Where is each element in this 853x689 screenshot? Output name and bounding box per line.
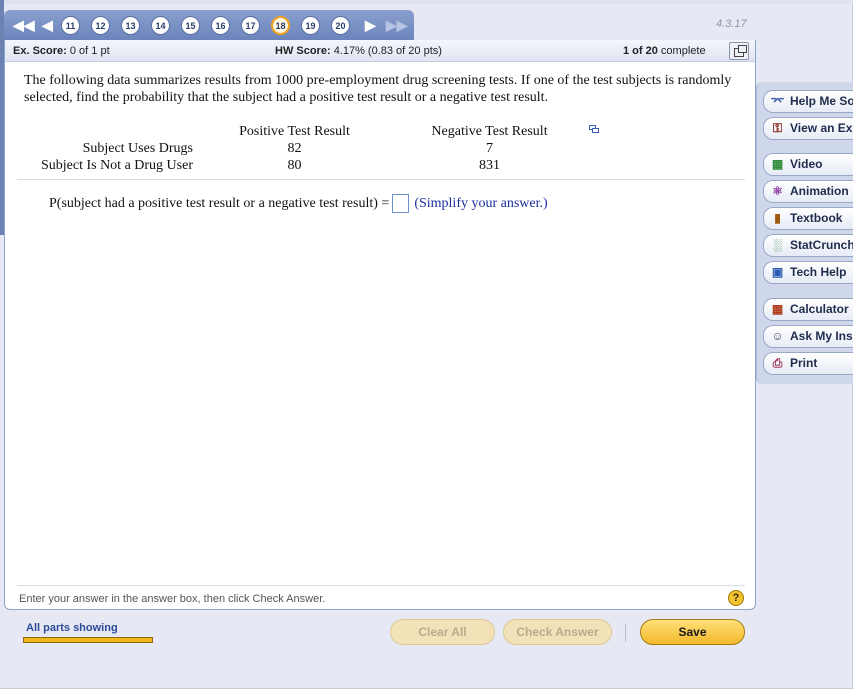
question-11-button[interactable]: 11 [61, 16, 80, 35]
sidebar-item-label: Tech Help [790, 265, 847, 279]
print-button[interactable]: ⎙ Print [763, 352, 853, 375]
answer-hint: (Simplify your answer.) [414, 195, 548, 211]
animation-button[interactable]: ⚛ Animation [763, 180, 853, 203]
divider [17, 179, 745, 180]
sidebar-item-label: Video [790, 157, 823, 171]
question-20-button[interactable]: 20 [331, 16, 350, 35]
right-arrow-icon[interactable]: ▶ [365, 15, 376, 35]
animation-icon: ⚛ [772, 184, 783, 198]
sidebar-item-label: StatCrunch [790, 238, 853, 252]
table-row-header: Subject Uses Drugs [82, 140, 193, 156]
help-icon[interactable]: ? [728, 590, 744, 606]
table-header-row: Positive Test Result Negative Test Resul… [25, 123, 583, 140]
statcrunch-icon: ░ [773, 238, 782, 252]
question-16-button[interactable]: 16 [211, 16, 230, 35]
monitor-icon: ▣ [771, 265, 784, 279]
message-divider [17, 585, 745, 586]
table-row-header: Subject Is Not a Drug User [40, 157, 193, 173]
film-icon: ▦ [771, 157, 784, 171]
sidebar-item-label: Help Me Solve This [790, 94, 853, 108]
version-label: 4.3.17 [716, 18, 747, 30]
table-cell: 7 [486, 140, 493, 156]
clear-all-button[interactable]: Clear All [390, 619, 495, 645]
answer-input[interactable] [392, 194, 410, 213]
statcrunch-button[interactable]: ░ StatCrunch [763, 234, 853, 257]
question-14-button[interactable]: 14 [151, 16, 170, 35]
calculator-button[interactable]: ▦ Calculator [763, 298, 853, 321]
sidebar-item-label: Animation [790, 184, 849, 198]
question-19-button[interactable]: 19 [301, 16, 320, 35]
table-cell: 831 [479, 157, 500, 173]
left-arrow-icon[interactable]: ◀ [42, 15, 53, 35]
binoculars-icon: ⚿ [772, 121, 783, 135]
exercise-score-value: 0 of 1 pt [69, 45, 110, 57]
printer-icon: ⎙ [772, 356, 783, 370]
view-an-example-button[interactable]: ⚿ View an Example [763, 117, 853, 140]
all-parts-showing-label: All parts showing [26, 622, 118, 634]
ask-my-instructor-button[interactable]: ☺ Ask My Instructor [763, 325, 853, 348]
homework-score-value: 4.17% (0.83 of 20 pts) [333, 45, 442, 57]
sidebar-item-label: Textbook [790, 211, 843, 225]
question-13-button[interactable]: 13 [121, 16, 140, 35]
homework-score: HW Score: 4.17% (0.83 of 20 pts) [275, 45, 442, 57]
key-icon: ⌤ [770, 94, 785, 108]
calculator-icon: ▦ [771, 302, 784, 316]
question-17-button[interactable]: 17 [241, 16, 260, 35]
table-cell: 80 [287, 157, 302, 173]
table-column-header: Negative Test Result [431, 123, 548, 139]
table-row: Subject Is Not a Drug User 80 831 [25, 157, 583, 174]
copy-table-icon[interactable] [589, 125, 600, 134]
table-row: Subject Uses Drugs 82 7 [25, 140, 583, 157]
video-button[interactable]: ▦ Video [763, 153, 853, 176]
help-sidebar: ⌤ Help Me Solve This ⚿ View an Example ▦ Vi… [756, 82, 853, 384]
question-12-button[interactable]: 12 [91, 16, 110, 35]
score-bar: Ex. Score: 0 of 1 pt HW Score: 4.17% (0.… [5, 40, 755, 62]
exercise-score: Ex. Score: 0 of 1 pt [13, 45, 110, 57]
question-navigation: ◀◀ ◀ 11 12 13 14 15 16 17 18 19 20 ▶ ▶▶ [4, 10, 414, 40]
table-corner [25, 123, 193, 140]
double-right-arrow-icon[interactable]: ▶▶ [386, 15, 408, 35]
parts-progress-bar [23, 637, 153, 643]
top-strip [0, 0, 853, 4]
save-button[interactable]: Save [640, 619, 745, 645]
instruction-message: Enter your answer in the answer box, the… [19, 593, 326, 605]
sidebar-item-label: Ask My Instructor [790, 329, 853, 343]
data-table: Positive Test Result Negative Test Resul… [25, 123, 583, 174]
button-separator [625, 624, 626, 642]
book-icon: ▮ [774, 211, 781, 225]
popout-icon[interactable] [729, 42, 749, 60]
question-panel: Ex. Score: 0 of 1 pt HW Score: 4.17% (0.… [4, 40, 756, 610]
answer-line: P(subject had a positive test result or … [49, 194, 548, 213]
table-cell: 82 [287, 140, 302, 156]
question-18-button-current[interactable]: 18 [271, 16, 290, 35]
question-15-button[interactable]: 15 [181, 16, 200, 35]
tech-help-button[interactable]: ▣ Tech Help [763, 261, 853, 284]
sidebar-item-label: Calculator [790, 302, 849, 316]
help-me-solve-this-button[interactable]: ⌤ Help Me Solve This [763, 90, 853, 113]
exercise-score-label: Ex. Score: [13, 45, 67, 57]
person-icon: ☺ [771, 329, 784, 343]
answer-prompt: P(subject had a positive test result or … [49, 195, 390, 211]
sidebar-item-label: View an Example [790, 121, 853, 135]
textbook-button[interactable]: ▮ Textbook [763, 207, 853, 230]
double-left-arrow-icon[interactable]: ◀◀ [13, 15, 35, 35]
question-text: The following data summarizes results fr… [24, 73, 732, 105]
sidebar-item-label: Print [790, 356, 818, 370]
completion-label: complete [660, 45, 706, 57]
completion-count: 1 of 20 [623, 45, 658, 57]
homework-score-label: HW Score: [275, 45, 331, 57]
completion-status: 1 of 20 complete [623, 45, 706, 57]
check-answer-button[interactable]: Check Answer [503, 619, 612, 645]
table-column-header: Positive Test Result [239, 123, 350, 139]
